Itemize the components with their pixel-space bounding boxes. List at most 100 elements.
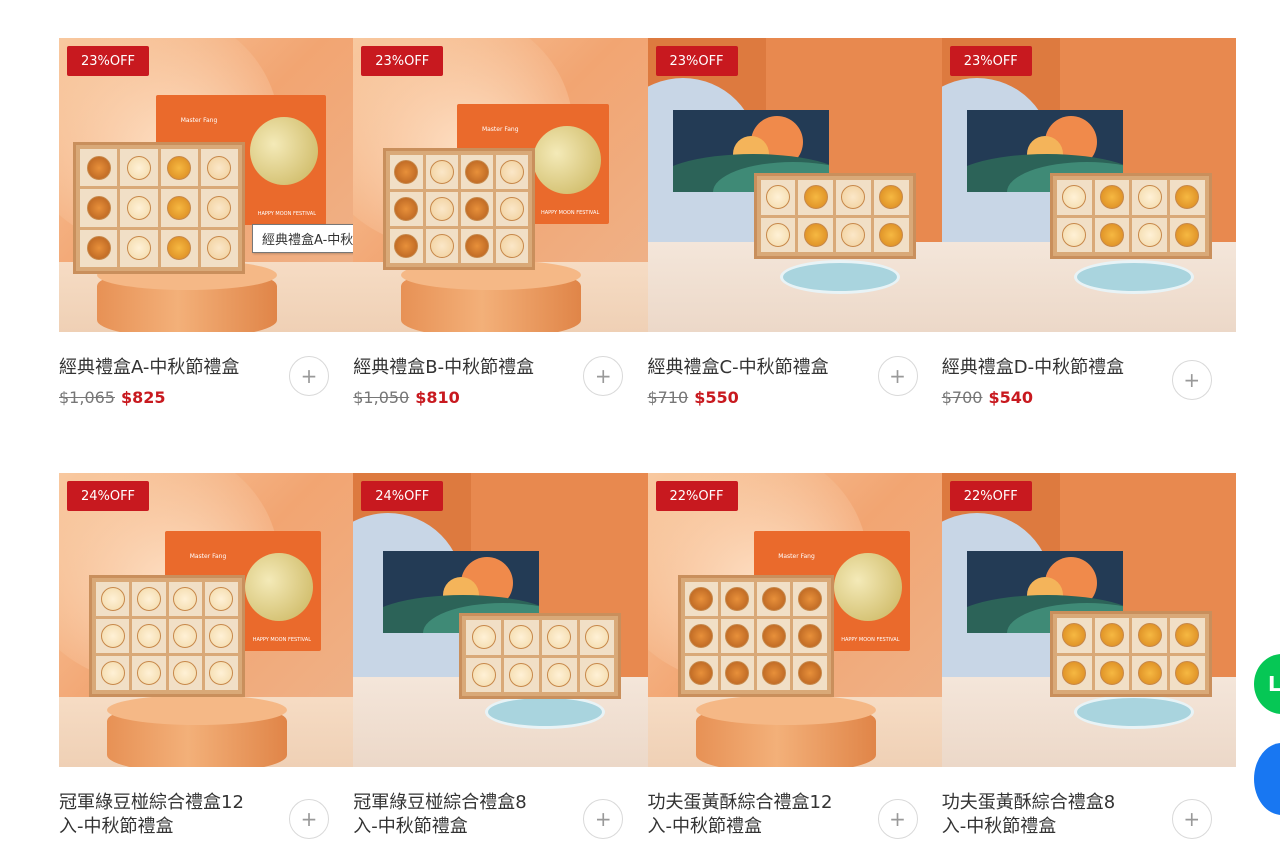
plus-icon: +	[594, 364, 612, 388]
discount-badge: 24%OFF	[67, 481, 149, 511]
mooncake	[1062, 623, 1087, 648]
product-image[interactable]: Master Fang HAPPY MOON FESTIVAL	[59, 473, 354, 767]
mooncake	[1175, 222, 1200, 247]
add-to-cart-button[interactable]: +	[1171, 799, 1212, 839]
poster-tagline: HAPPY MOON FESTIVAL	[841, 636, 900, 643]
product-title[interactable]: 冠軍綠豆椪綜合禮盒12入-中秋節禮盒	[59, 791, 255, 839]
mooncake	[1175, 185, 1200, 210]
mooncake	[86, 236, 111, 261]
add-to-cart-button[interactable]: +	[877, 799, 918, 839]
discount-badge: 22%OFF	[949, 481, 1032, 511]
mooncake	[765, 222, 790, 247]
discount-badge: 23%OFF	[949, 46, 1032, 76]
plus-icon: +	[889, 364, 906, 388]
add-to-cart-button[interactable]: +	[583, 356, 624, 396]
product-info: 功夫蛋黃酥綜合禮盒12入-中秋節禮盒 +	[648, 767, 942, 845]
sale-price: $550	[694, 388, 739, 407]
product-title[interactable]: 功夫蛋黃酥綜合禮盒12入-中秋節禮盒	[648, 791, 844, 839]
mooncake	[207, 195, 232, 220]
product-title[interactable]: 經典禮盒C-中秋節禮盒	[648, 356, 844, 380]
title-tooltip: 經典禮盒A-中秋節禮盒	[252, 224, 354, 253]
mooncake	[547, 662, 572, 687]
moon-graphic	[250, 117, 318, 185]
mooncake	[725, 661, 750, 685]
mooncake	[1175, 623, 1200, 648]
pedestal-top	[695, 695, 876, 725]
moon-graphic	[245, 553, 313, 621]
mooncake	[584, 662, 609, 687]
product-info: 經典禮盒A-中秋節禮盒 $1,065 $825 +	[59, 332, 353, 473]
mooncake	[471, 625, 496, 650]
product-card: Master Fang HAPPY MOON FESTIVAL	[59, 38, 354, 473]
product-image[interactable]: 23%OFF	[941, 38, 1236, 332]
poster-tagline: HAPPY MOON FESTIVAL	[257, 210, 316, 217]
original-price: $1,065	[59, 388, 115, 407]
mooncake	[394, 234, 419, 258]
mooncake	[725, 587, 750, 611]
product-row: Master Fang HAPPY MOON FESTIVAL	[59, 38, 1236, 473]
pedestal	[1073, 260, 1194, 294]
product-title[interactable]: 經典禮盒A-中秋節禮盒	[59, 356, 255, 380]
product-card: 24%OFF 冠軍綠豆椪綜合禮盒8入-中秋節禮盒 +	[353, 473, 648, 845]
pedestal	[779, 260, 900, 294]
mooncake	[1099, 623, 1124, 648]
facebook-messenger-button[interactable]	[1254, 743, 1280, 815]
mooncake	[173, 624, 198, 648]
add-to-cart-button[interactable]: +	[289, 356, 329, 396]
product-image[interactable]: 22%OFF	[941, 473, 1236, 767]
product-title[interactable]: 功夫蛋黃酥綜合禮盒8入-中秋節禮盒	[942, 791, 1138, 839]
poster-tagline: HAPPY MOON FESTIVAL	[252, 636, 311, 643]
product-info: 冠軍綠豆椪綜合禮盒12入-中秋節禮盒 +	[59, 767, 353, 845]
mooncake	[803, 185, 828, 210]
add-to-cart-button[interactable]: +	[1171, 360, 1212, 400]
product-info: 經典禮盒B-中秋節禮盒 $1,050 $810 +	[353, 332, 647, 473]
product-title[interactable]: 冠軍綠豆椪綜合禮盒8入-中秋節禮盒	[353, 791, 549, 839]
plus-icon: +	[300, 364, 318, 388]
mooncake	[167, 195, 192, 220]
mooncake	[1099, 185, 1124, 210]
mooncake	[1099, 222, 1124, 247]
product-image[interactable]: Master Fang HAPPY MOON FESTIVAL	[59, 38, 354, 332]
mooncake	[429, 234, 454, 258]
mooncake	[761, 661, 786, 685]
mooncake	[207, 236, 232, 261]
original-price: $700	[941, 388, 983, 407]
line-chat-button[interactable]: L	[1254, 654, 1280, 714]
mooncake	[1062, 660, 1087, 685]
mooncake-tray	[459, 613, 622, 699]
mooncake-tray	[383, 148, 536, 270]
product-image[interactable]: Master Fang HAPPY MOON FESTIVAL	[647, 473, 942, 767]
mooncake	[841, 185, 866, 210]
product-image[interactable]: Master Fang HAPPY MOON FESTIVAL	[353, 38, 648, 332]
mooncake	[689, 624, 714, 648]
sale-price: $540	[988, 388, 1033, 407]
moon-graphic	[533, 126, 602, 194]
product-image[interactable]: 23%OFF	[647, 38, 942, 332]
product-row: Master Fang HAPPY MOON FESTIVAL	[59, 473, 1236, 845]
plus-icon: +	[300, 807, 318, 831]
mooncake	[126, 195, 151, 220]
add-to-cart-button[interactable]: +	[289, 799, 329, 839]
mooncake-tray	[677, 575, 834, 697]
discount-badge: 23%OFF	[361, 46, 444, 76]
product-info: 經典禮盒D-中秋節禮盒 $700 $540 +	[942, 332, 1236, 473]
product-title[interactable]: 經典禮盒D-中秋節禮盒	[942, 356, 1138, 380]
mooncake	[173, 661, 198, 685]
plus-icon: +	[1183, 368, 1201, 392]
mooncake	[86, 195, 111, 220]
mooncake	[471, 662, 496, 687]
discount-badge: 23%OFF	[655, 46, 738, 76]
mooncake	[797, 624, 822, 648]
pedestal	[485, 695, 606, 729]
product-image[interactable]: 24%OFF	[353, 473, 648, 767]
mooncake	[797, 661, 822, 685]
mooncake	[126, 236, 151, 261]
add-to-cart-button[interactable]: +	[877, 356, 918, 396]
product-card: Master Fang HAPPY MOON FESTIVAL	[353, 38, 648, 473]
product-title[interactable]: 經典禮盒B-中秋節禮盒	[353, 356, 549, 380]
mooncake	[86, 155, 111, 180]
mooncake	[209, 587, 234, 611]
mooncake	[100, 587, 125, 611]
mooncake	[429, 160, 454, 184]
add-to-cart-button[interactable]: +	[583, 799, 624, 839]
